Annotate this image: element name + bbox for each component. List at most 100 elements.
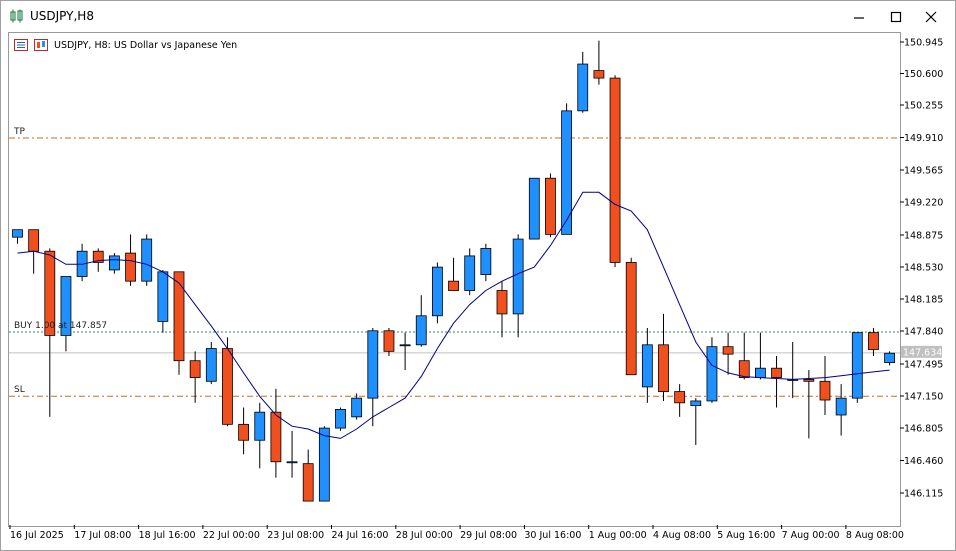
candle-body [545,177,556,235]
time-tick-label: 18 Jul 16:00 [139,530,196,541]
candle [658,313,669,401]
candle [302,449,314,502]
price-tick-label: 150.945 [904,38,943,49]
candle-body [367,330,379,399]
time-tick-label: 8 Aug 08:00 [846,530,904,541]
candle-body [28,229,40,252]
candle [803,370,815,439]
candle-body [351,397,363,418]
candle-body [125,252,136,282]
candle [351,393,363,420]
candle-body [561,110,572,235]
candle-body [254,411,266,441]
candle [141,234,153,286]
candle-body [286,461,298,464]
candle [545,173,556,238]
candle-body [722,346,734,355]
candle-body [173,271,185,362]
price-axis[interactable]: 150.945 150.600 150.255 149.910 149.565 149.2… [900,32,956,526]
candle [480,243,492,282]
candle [448,257,459,291]
candle-body [593,70,605,79]
candle-body [141,238,153,282]
candle-body [109,255,120,271]
candle-body [625,262,637,376]
time-tick-label: 22 Jul 00:00 [203,530,260,541]
candle [157,269,169,333]
candle-body [803,379,815,382]
candle-body [318,427,330,502]
candle [819,356,831,415]
candle [270,388,282,478]
candle-body [189,360,201,378]
candle [76,243,88,282]
price-tick-label: 147.495 [904,360,943,371]
moving-average-line [17,191,890,439]
candle-body [771,367,782,378]
time-tick-label: 30 Jul 16:00 [524,530,581,541]
candle-body [528,177,540,240]
candle-body [12,229,23,238]
candle-body [706,346,718,402]
candle [722,332,734,375]
time-tick-label: 23 Jul 08:00 [267,530,324,541]
candle [851,332,863,403]
title-bar[interactable]: USDJPY,H8 [1,1,955,32]
time-tick-label: 16 Jul 2025 [10,530,64,541]
candle [512,234,524,338]
candle-body [835,397,847,416]
candle [109,253,120,274]
price-tick-label: 149.220 [904,198,943,209]
candle-body [512,238,524,315]
candle [690,398,702,445]
candle-body [755,367,766,378]
price-chart[interactable]: USDJPY, H8: US Dollar vs Japanese Yen TP… [8,32,901,527]
candle [222,337,233,427]
candlestick-plot[interactable] [9,33,900,526]
time-tick-label: 17 Jul 08:00 [74,530,131,541]
close-icon[interactable] [921,7,941,27]
candle-body [690,400,702,407]
buy-order-label[interactable]: BUY 1.00 at 147.857 [14,321,107,331]
candle-body [868,332,879,350]
candle [399,332,411,371]
candle-body [399,344,411,347]
candle [205,341,217,385]
maximize-icon[interactable] [886,7,906,27]
candle [625,257,637,376]
time-tick-label: 1 Aug 00:00 [589,530,647,541]
time-tick-label: 29 Jul 08:00 [460,530,517,541]
candle [431,262,443,324]
price-tick-label: 150.255 [904,101,943,112]
candle-body [222,348,233,425]
candle-body [157,271,169,322]
chart-header: USDJPY, H8: US Dollar vs Japanese Yen [14,38,237,52]
chart-type-icon[interactable] [34,39,48,51]
candle-body [383,330,395,352]
price-tick-label: 147.840 [904,327,943,338]
price-tick-label: 146.115 [904,489,943,500]
candle-body [415,315,427,346]
candle [706,337,718,403]
candle [641,327,653,403]
candle [415,295,427,347]
time-axis[interactable]: 16 Jul 2025 17 Jul 08:00 18 Jul 16:00 22 Ju… [1,525,956,551]
price-tick-label: 146.460 [904,456,943,467]
candle [577,51,589,113]
minimize-icon[interactable] [849,7,869,27]
candle-body [302,463,314,502]
candle [238,407,250,455]
candle-body [205,348,217,382]
candle [496,281,508,338]
chart-properties-icon[interactable] [14,39,28,51]
candle [254,402,266,469]
candle [884,351,895,366]
price-tick-label: 150.600 [904,69,943,80]
candle [318,426,330,502]
candle-body [819,380,831,401]
candle-body [335,408,346,429]
price-tick-label: 148.530 [904,263,943,274]
time-tick-label: 4 Aug 08:00 [653,530,711,541]
time-tick-label: 28 Jul 00:00 [396,530,453,541]
candle [189,351,201,403]
